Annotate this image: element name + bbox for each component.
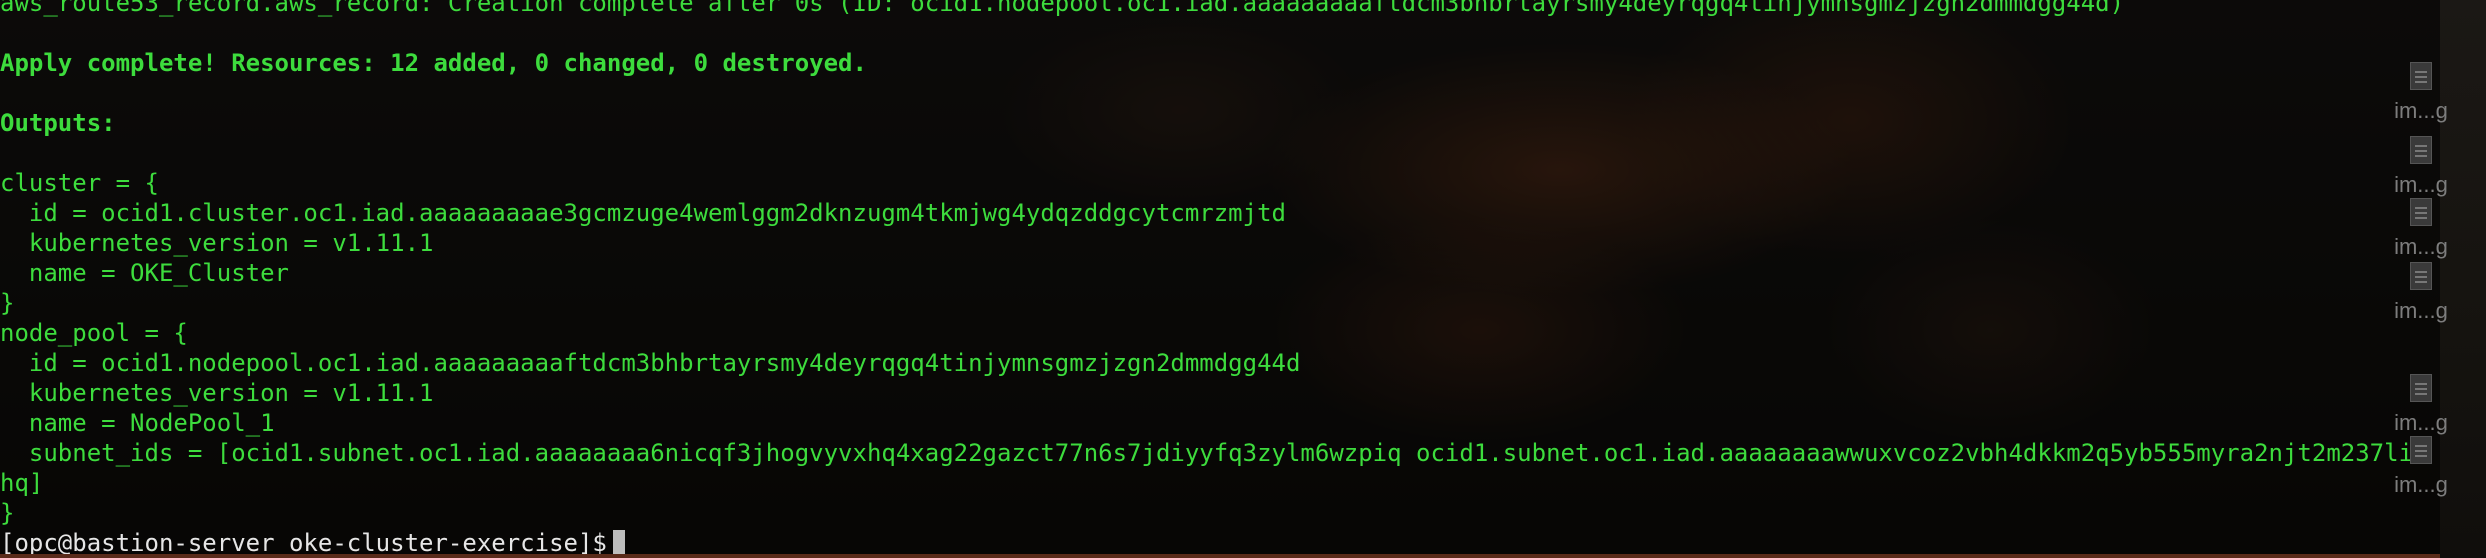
- shell-prompt: [opc@bastion-server oke-cluster-exercise…: [0, 529, 607, 557]
- terminal-window[interactable]: aws_route53_record.aws_record: Creation …: [0, 0, 2440, 558]
- desktop-file-label: im...g: [2394, 298, 2448, 323]
- terminal-line: hq]: [0, 469, 44, 497]
- terminal-line: }: [0, 289, 15, 317]
- window-bottom-edge: [0, 554, 2440, 558]
- terminal-line: node_pool = {: [0, 319, 188, 347]
- desktop-file-item[interactable]: im...g: [2356, 62, 2486, 124]
- desktop-file-item[interactable]: im...g: [2356, 436, 2486, 498]
- document-icon: [2410, 198, 2432, 226]
- terminal-line: aws_route53_record.aws_record: Creation …: [0, 0, 2125, 17]
- terminal-line: }: [0, 499, 15, 527]
- desktop-file-label: im...g: [2394, 234, 2448, 259]
- terminal-line: kubernetes_version = v1.11.1: [0, 379, 434, 407]
- desktop-file-item[interactable]: im...g: [2356, 374, 2486, 436]
- desktop-file-item[interactable]: im...g: [2356, 198, 2486, 260]
- outputs-heading: Outputs:: [0, 109, 116, 137]
- desktop-file-label: im...g: [2394, 98, 2448, 123]
- desktop-icon-column: im...g im...g im...g im...g im...g im...…: [2356, 0, 2486, 558]
- document-icon: [2410, 262, 2432, 290]
- desktop-file-item[interactable]: im...g: [2356, 262, 2486, 324]
- terminal-line: cluster = {: [0, 169, 159, 197]
- text-cursor: [612, 530, 625, 556]
- terminal-line: id = ocid1.cluster.oc1.iad.aaaaaaaaae3gc…: [0, 199, 1286, 227]
- desktop-file-label: im...g: [2394, 410, 2448, 435]
- desktop-file-label: im...g: [2394, 172, 2448, 197]
- document-icon: [2410, 136, 2432, 164]
- terminal-line: id = ocid1.nodepool.oc1.iad.aaaaaaaaaftd…: [0, 349, 1301, 377]
- document-icon: [2410, 374, 2432, 402]
- terminal-line: subnet_ids = [ocid1.subnet.oc1.iad.aaaaa…: [0, 439, 2430, 467]
- terminal-line: kubernetes_version = v1.11.1: [0, 229, 434, 257]
- document-icon: [2410, 436, 2432, 464]
- desktop-file-label: im...g: [2394, 472, 2448, 497]
- apply-complete-line: Apply complete! Resources: 12 added, 0 c…: [0, 49, 867, 77]
- terminal-output: aws_route53_record.aws_record: Creation …: [0, 0, 2430, 558]
- terminal-line: name = OKE_Cluster: [0, 259, 289, 287]
- document-icon: [2410, 62, 2432, 90]
- terminal-line: name = NodePool_1: [0, 409, 275, 437]
- desktop-file-item[interactable]: im...g: [2356, 136, 2486, 198]
